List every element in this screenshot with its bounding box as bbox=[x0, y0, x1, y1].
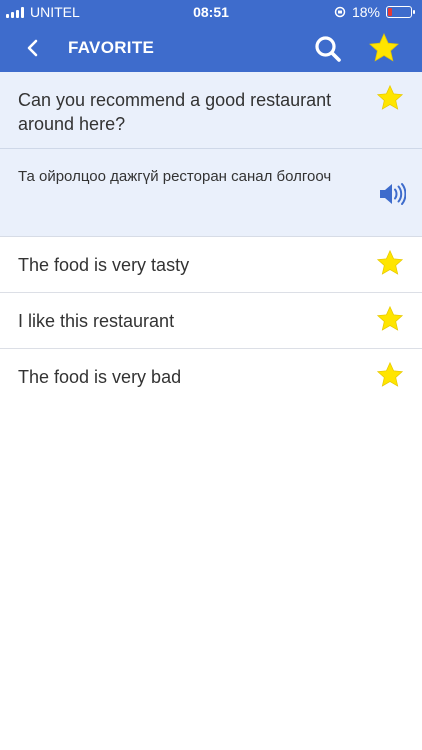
list-item[interactable]: The food is very bad bbox=[0, 349, 422, 404]
favorite-star-button[interactable] bbox=[376, 84, 404, 112]
carrier-name: UNITEL bbox=[30, 4, 80, 20]
carrier-info: UNITEL bbox=[6, 4, 80, 20]
back-chevron-icon bbox=[27, 39, 38, 57]
phrase-text: The food is very tasty bbox=[18, 255, 190, 275]
play-audio-button[interactable] bbox=[378, 181, 407, 207]
rotation-lock-icon bbox=[334, 6, 346, 18]
battery-percent: 18% bbox=[351, 4, 380, 20]
star-icon bbox=[369, 33, 399, 62]
favorites-list: Can you recommend a good restaurant arou… bbox=[0, 72, 422, 404]
page-title: FAVORITE bbox=[68, 38, 155, 57]
star-icon bbox=[376, 361, 404, 387]
battery-icon bbox=[386, 6, 415, 18]
list-item[interactable]: I like this restaurant bbox=[0, 293, 422, 349]
status-bar: UNITEL 08:51 18% bbox=[0, 0, 422, 24]
search-icon bbox=[315, 36, 341, 62]
phrase-text: The food is very bad bbox=[18, 367, 182, 387]
list-item[interactable]: Can you recommend a good restaurant arou… bbox=[0, 72, 422, 149]
star-icon bbox=[376, 84, 404, 110]
favorite-star-button[interactable] bbox=[376, 249, 404, 277]
phrase-text: I like this restaurant bbox=[18, 311, 175, 331]
translation-panel: Та ойролцоо дажгүй ресторан санал болгоо… bbox=[0, 149, 422, 237]
app-header: UNITEL 08:51 18% FAVORITE bbox=[0, 0, 422, 72]
star-icon bbox=[376, 249, 404, 275]
favorite-star-button[interactable] bbox=[376, 361, 404, 389]
status-right: 18% bbox=[334, 4, 415, 20]
speaker-icon bbox=[380, 183, 407, 205]
signal-icon bbox=[6, 6, 24, 18]
phrase-text: Can you recommend a good restaurant arou… bbox=[18, 90, 332, 134]
nav-bar: FAVORITE bbox=[0, 24, 422, 72]
back-button[interactable] bbox=[18, 34, 46, 62]
search-button[interactable] bbox=[313, 34, 343, 64]
favorite-star-button[interactable] bbox=[376, 305, 404, 333]
list-item[interactable]: The food is very tasty bbox=[0, 237, 422, 293]
translation-text: Та ойролцоо дажгүй ресторан санал болгоо… bbox=[18, 168, 332, 185]
favorites-button[interactable] bbox=[368, 32, 400, 64]
star-icon bbox=[376, 305, 404, 331]
